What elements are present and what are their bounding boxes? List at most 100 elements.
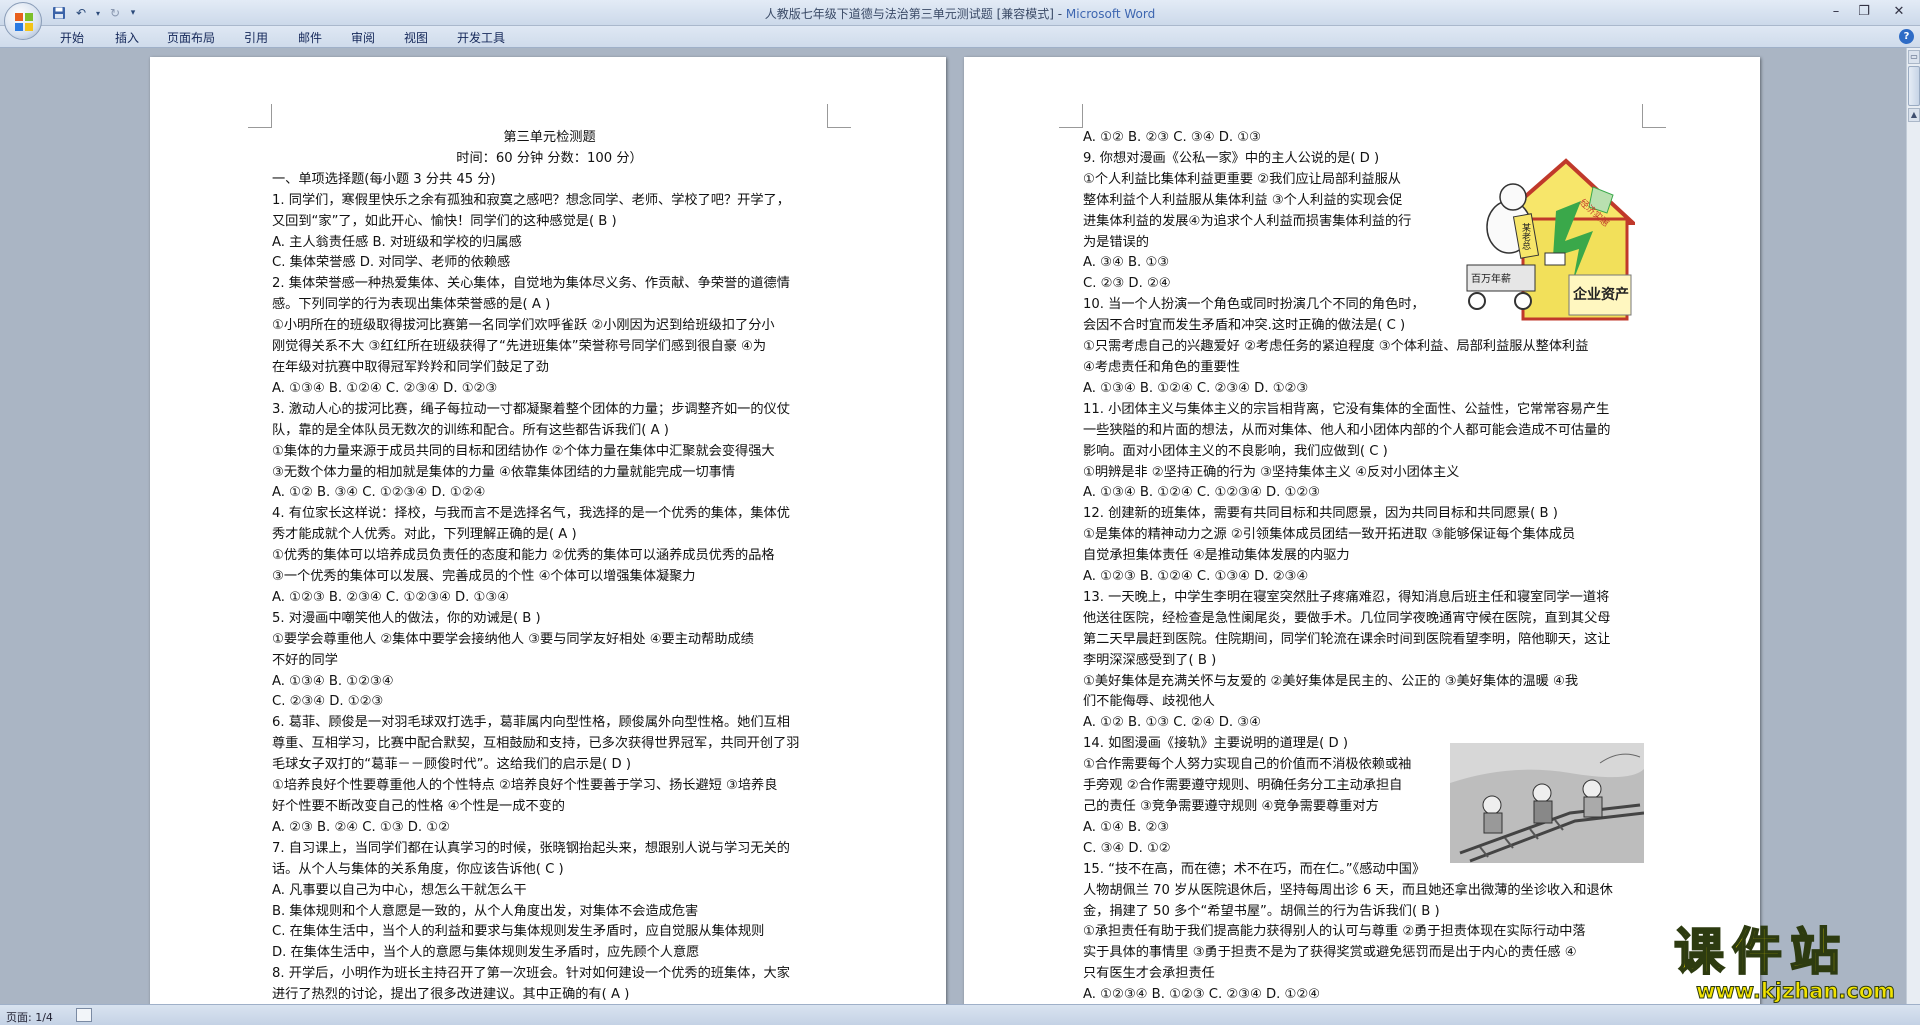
text-line[interactable]: 感。下列同学的行为表现出集体荣誉感的是( A )	[272, 295, 827, 316]
text-line[interactable]: C. 集体荣誉感 D. 对同学、老师的依赖感	[272, 253, 827, 274]
text-line[interactable]: A. ①③④ B. ①②④ C. ①②③④ D. ①②③	[1083, 483, 1643, 504]
text-line[interactable]: ①培养良好个性要尊重他人的个性特点 ②培养良好个性要善于学习、扬长避短 ③培养良	[272, 776, 827, 797]
watermark-url: www.kjzhan.com	[1695, 979, 1896, 1004]
tab-references[interactable]: 引用	[244, 29, 268, 46]
text-line[interactable]: 第三单元检测题	[272, 128, 827, 149]
scrollbar-thumb[interactable]	[1908, 66, 1920, 106]
text-line[interactable]: 时间：60 分钟 分数：100 分）	[272, 149, 827, 170]
tab-developer[interactable]: 开发工具	[457, 29, 505, 46]
tab-page-layout[interactable]: 页面布局	[167, 29, 215, 46]
text-line[interactable]: 5. 对漫画中嘲笑他人的做法，你的劝诫是( B )	[272, 609, 827, 630]
text-line[interactable]: 人物胡佩兰 70 岁从医院退休后，坚持每周出诊 6 天，而且她还拿出微薄的坐诊收…	[1083, 881, 1643, 902]
office-button[interactable]	[4, 2, 42, 40]
text-line[interactable]: 金，捐建了 50 多个“希望书屋”。胡佩兰的行为告诉我们( B )	[1083, 902, 1643, 923]
text-line[interactable]: 一些狭隘的和片面的想法，从而对集体、他人和小团体内部的个人都可能会造成不可估量的	[1083, 421, 1643, 442]
status-bar: 页面: 1/4	[0, 1004, 1920, 1025]
text-line[interactable]: 8. 开学后，小明作为班长主持召开了第一次班会。针对如何建设一个优秀的班集体，大…	[272, 964, 827, 985]
text-line[interactable]: 只有医生才会承担责任	[1083, 964, 1643, 985]
tab-home[interactable]: 开始	[60, 29, 84, 46]
text-line[interactable]: 2. 集体荣誉感一种热爱集体、关心集体，自觉地为集体尽义务、作贡献、争荣誉的道德…	[272, 274, 827, 295]
text-line[interactable]: 自觉承担集体责任 ④是推动集体发展的内驱力	[1083, 546, 1643, 567]
proofing-icon[interactable]	[76, 1008, 92, 1022]
text-line[interactable]: ①承担责任有助于我们提高能力获得别人的认可与尊重 ②勇于担责体现在实际行动中落	[1083, 922, 1643, 943]
text-line[interactable]: A. ①③④ B. ①②③④	[272, 672, 827, 693]
page-indicator[interactable]: 页面: 1/4	[6, 1009, 53, 1025]
ruler-toggle-icon[interactable]: ▭	[1908, 50, 1920, 64]
text-line[interactable]: 6. 葛菲、顾俊是一对羽毛球双打选手，葛菲属内向型性格，顾俊属外向型性格。她们互…	[272, 713, 827, 734]
margin-mark	[1642, 104, 1666, 128]
text-line[interactable]: 他送往医院，经检查是急性阑尾炎，要做手术。几位同学夜晚通宵守候在医院，直到其父母	[1083, 609, 1643, 630]
text-line[interactable]: D. 在集体生活中，当个人的意愿与集体规则发生矛盾时，应先顾个人意愿	[272, 943, 827, 964]
text-line[interactable]: ④考虑责任和角色的重要性	[1083, 358, 1643, 379]
text-line[interactable]: ①优秀的集体可以培养成员负责任的态度和能力 ②优秀的集体可以涵养成员优秀的品格	[272, 546, 827, 567]
restore-icon[interactable]: ❐	[1850, 0, 1878, 22]
text-line[interactable]: ①美好集体是充满关怀与友爱的 ②美好集体是民主的、公正的 ③美好集体的温暖 ④我	[1083, 672, 1643, 693]
text-line[interactable]: 不好的同学	[272, 651, 827, 672]
text-line[interactable]: A. 主人翁责任感 B. 对班级和学校的归属感	[272, 233, 827, 254]
text-line[interactable]: 刚觉得关系不大 ③红红所在班级获得了“先进班集体”荣誉称号同学们感到很自豪 ④为	[272, 337, 827, 358]
text-line[interactable]: A. ①②③④ B. ①②③ C. ②③④ D. ①②④	[1083, 985, 1643, 1004]
text-line[interactable]: A. ①② B. ①③ C. ②④ D. ③④	[1083, 713, 1643, 734]
text-line[interactable]: 话。从个人与集体的关系角度，你应该告诉他( C )	[272, 860, 827, 881]
text-line[interactable]: ③一个优秀的集体可以发展、完善成员的个性 ④个体可以增强集体凝聚力	[272, 567, 827, 588]
text-line[interactable]: 3. 激动人心的拔河比赛，绳子每拉动一寸都凝聚着整个团体的力量；步调整齐如一的仪…	[272, 400, 827, 421]
page-1[interactable]: 第三单元检测题 时间：60 分钟 分数：100 分） 一、单项选择题(每小题 3 分…	[150, 57, 946, 1004]
text-line[interactable]: 影响。面对小团体主义的不良影响，我们应做到( C )	[1083, 442, 1643, 463]
text-line[interactable]: 11. 小团体主义与集体主义的宗旨相背离，它没有集体的全面性、公益性，它常常容易…	[1083, 400, 1643, 421]
text-line[interactable]: ①只需考虑自己的兴趣爱好 ②考虑任务的紧迫程度 ③个体利益、局部利益服从整体利益	[1083, 337, 1643, 358]
minimize-icon[interactable]: –	[1822, 0, 1850, 22]
text-line[interactable]: C. 在集体生活中，当个人的利益和要求与集体规则发生矛盾时，应自觉服从集体规则	[272, 922, 827, 943]
tab-mailings[interactable]: 邮件	[298, 29, 322, 46]
scroll-up-icon[interactable]: ▲	[1908, 108, 1920, 122]
text-line[interactable]: ①要学会尊重他人 ②集体中要学会接纳他人 ③要与同学友好相处 ④要主动帮助成绩	[272, 630, 827, 651]
office-logo-icon	[15, 13, 33, 31]
margin-mark	[827, 104, 851, 128]
text-line[interactable]: 4. 有位家长这样说：择校，与我而言不是选择名气，我选择的是一个优秀的集体，集体…	[272, 504, 827, 525]
text-line[interactable]: 又回到“家”了，如此开心、愉快！同学们的这种感觉是( B )	[272, 212, 827, 233]
text-line[interactable]: 一、单项选择题(每小题 3 分共 45 分)	[272, 170, 827, 191]
text-line[interactable]: 毛球女子双打的“葛菲－－顾俊时代”。这给我们的启示是( D )	[272, 755, 827, 776]
text-line[interactable]: 在年级对抗赛中取得冠军羚羚和同学们鼓足了劲	[272, 358, 827, 379]
text-line[interactable]: B. 集体规则和个人意愿是一致的，从个人角度出发，对集体不会造成危害	[272, 902, 827, 923]
text-line[interactable]: 秀才能成就个人优秀。对此，下列理解正确的是( A )	[272, 525, 827, 546]
text-line[interactable]: A. ①②③ B. ①②④ C. ①③④ D. ②③④	[1083, 567, 1643, 588]
text-line[interactable]: 尊重、互相学习，比赛中配合默契，互相鼓励和支持，已多次获得世界冠军，共同开创了羽	[272, 734, 827, 755]
window-title: 人教版七年级下道德与法治第三单元测试题 [兼容模式] - Microsoft W…	[0, 5, 1920, 22]
vertical-scrollbar[interactable]: ▭ ▲	[1906, 48, 1920, 1004]
tab-view[interactable]: 视图	[404, 29, 428, 46]
text-line[interactable]: 好个性要不断改变自己的性格 ④个性是一成不变的	[272, 797, 827, 818]
text-line[interactable]: 李明深深感受到了( B )	[1083, 651, 1643, 672]
ribbon-tabs: 开始 插入 页面布局 引用 邮件 审阅 视图 开发工具 ?	[0, 26, 1920, 48]
bag-label: 百万年薪	[1471, 272, 1511, 285]
text-line[interactable]: 第二天早晨赶到医院。住院期间，同学们轮流在课余时间到医院看望李明，陪他聊天，这让	[1083, 630, 1643, 651]
text-line[interactable]: ③无数个体力量的相加就是集体的力量 ④依靠集体团结的力量就能完成一切事情	[272, 463, 827, 484]
text-line[interactable]: A. ①③④ B. ①②④ C. ②③④ D. ①②③	[1083, 379, 1643, 400]
text-line[interactable]: C. ②③④ D. ①②③	[272, 692, 827, 713]
tab-review[interactable]: 审阅	[351, 29, 375, 46]
text-line[interactable]: ①是集体的精神动力之源 ②引领集体成员团结一致开拓进取 ③能够保证每个集体成员	[1083, 525, 1643, 546]
text-line[interactable]: A. 凡事要以自己为中心，想怎么干就怎么干	[272, 881, 827, 902]
text-line[interactable]: ①集体的力量来源于成员共同的目标和团结协作 ②个体力量在集体中汇聚就会变得强大	[272, 442, 827, 463]
text-line[interactable]: 7. 自习课上，当同学们都在认真学习的时候，张晓钢抬起头来，想跟别人说与学习无关…	[272, 839, 827, 860]
text-line[interactable]: 13. 一天晚上，中学生李明在寝室突然肚子疼痛难忍，得知消息后班主任和寝室同学一…	[1083, 588, 1643, 609]
text-line[interactable]: A. ①② B. ②③ C. ③④ D. ①③	[1083, 128, 1643, 149]
help-icon[interactable]: ?	[1899, 29, 1914, 44]
text-line[interactable]: 进行了热烈的讨论，提出了很多改进建议。其中正确的有( A )	[272, 985, 827, 1004]
text-line[interactable]: A. ①② B. ③④ C. ①②③④ D. ①②④	[272, 483, 827, 504]
text-line[interactable]: A. ②③ B. ②④ C. ①③ D. ①②	[272, 818, 827, 839]
text-line[interactable]: 们不能侮辱、歧视他人	[1083, 692, 1643, 713]
close-icon[interactable]: ✕	[1878, 0, 1920, 22]
text-line[interactable]: 12. 创建新的班集体，需要有共同目标和共同愿景，因为共同目标和共同愿景( B …	[1083, 504, 1643, 525]
tab-insert[interactable]: 插入	[115, 29, 139, 46]
text-line[interactable]: 实于具体的事情里 ③勇于担责不是为了获得奖赏或避免惩罚而是出于内心的责任感 ④	[1083, 943, 1643, 964]
text-line[interactable]: 队，靠的是全体队员无数次的训练和配合。所有这些都告诉我们( A )	[272, 421, 827, 442]
cartoon-public-private-image: 经济实惠 企业资产 某老总 百万年薪	[1461, 153, 1635, 321]
text-line[interactable]: A. ①③④ B. ①②④ C. ②③④ D. ①②③	[272, 379, 827, 400]
text-line[interactable]: 1. 同学们，寒假里快乐之余有孤独和寂寞之感吧？想念同学、老师、学校了吧？开学了…	[272, 191, 827, 212]
window-controls: – ❐ ✕	[1822, 0, 1920, 22]
text-line[interactable]: ①明辨是非 ②坚持正确的行为 ③坚持集体主义 ④反对小团体主义	[1083, 463, 1643, 484]
text-line[interactable]: ①小明所在的班级取得拔河比赛第一名同学们欢呼雀跃 ②小刚因为迟到给班级扣了分小	[272, 316, 827, 337]
page-2[interactable]: A. ①② B. ②③ C. ③④ D. ①③ 9. 你想对漫画《公私一家》中的主…	[964, 57, 1760, 1004]
page-1-text[interactable]: 第三单元检测题 时间：60 分钟 分数：100 分） 一、单项选择题(每小题 3 分…	[272, 128, 827, 1004]
text-line[interactable]: A. ①②③ B. ②③④ C. ①②③④ D. ①③④	[272, 588, 827, 609]
